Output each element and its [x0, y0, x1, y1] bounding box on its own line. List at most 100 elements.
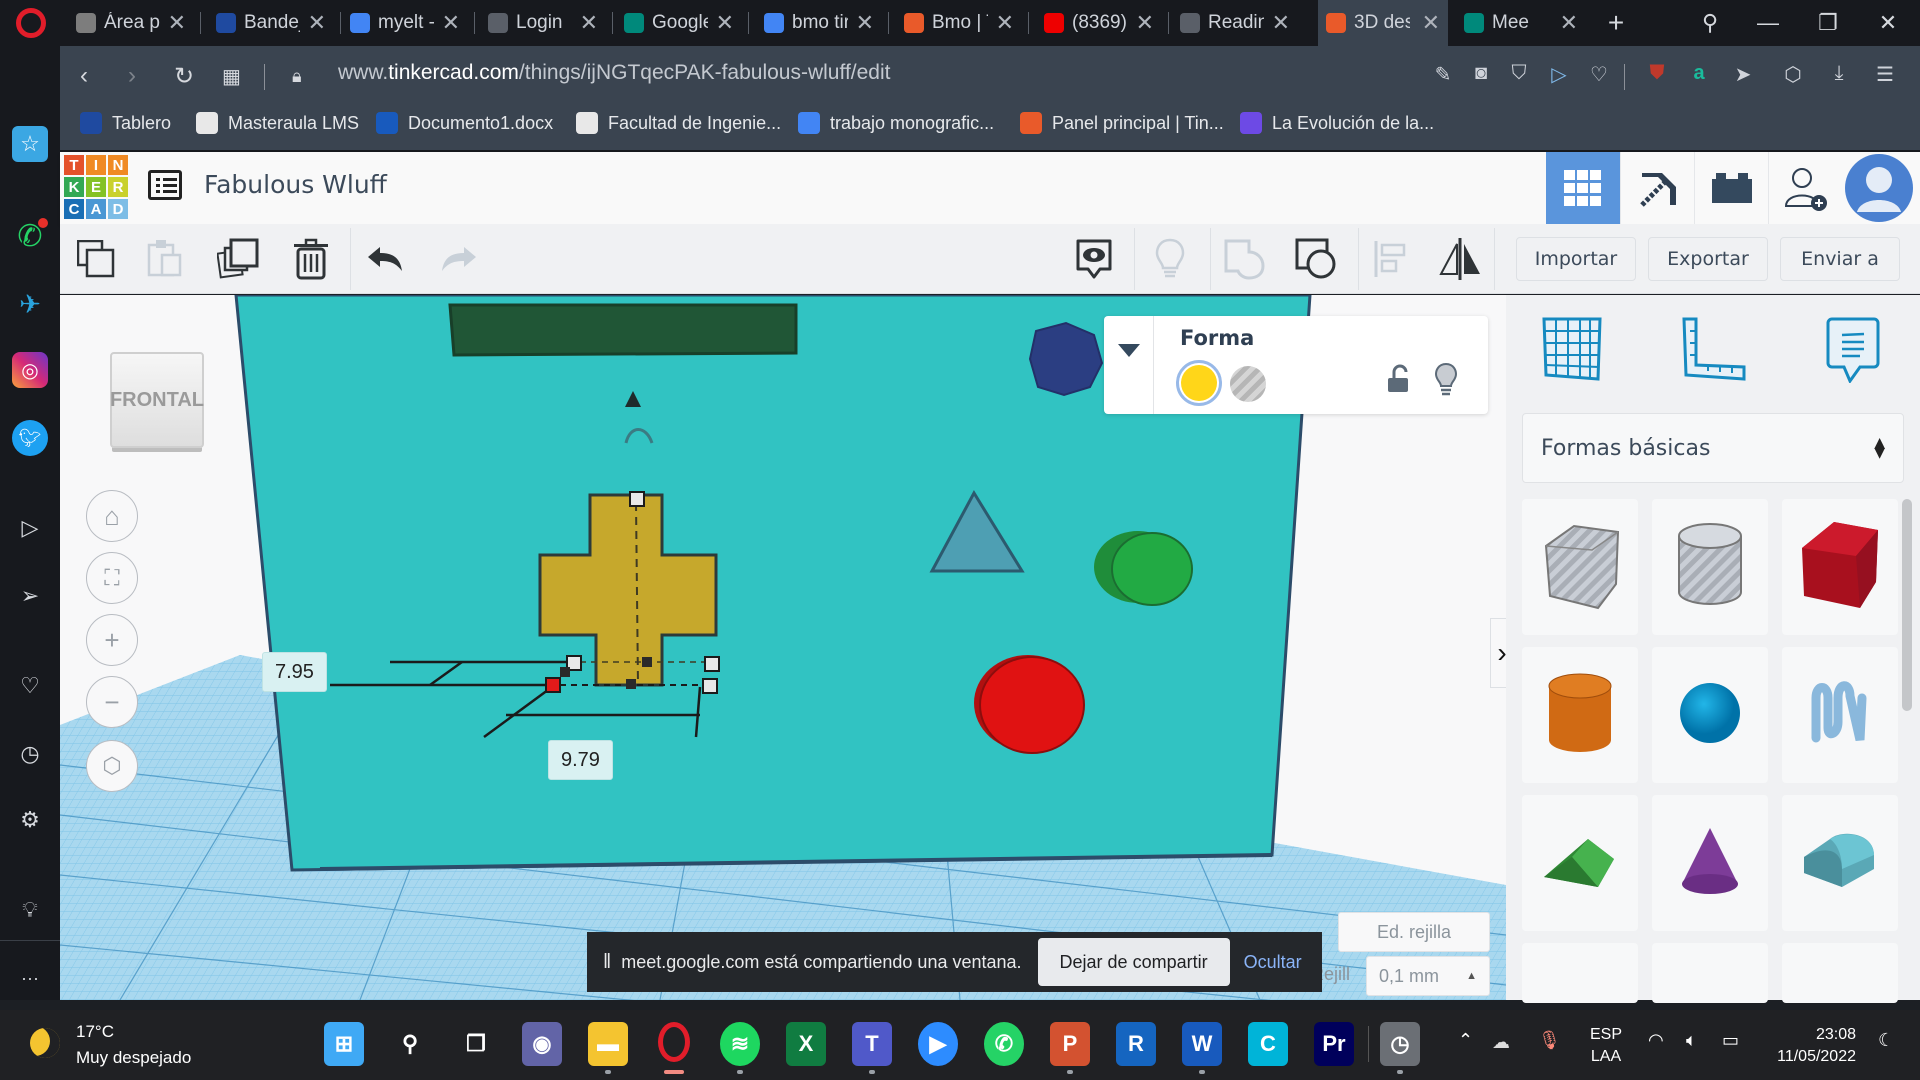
taskbar-word-icon[interactable]: W [1182, 1022, 1222, 1066]
close-tab-icon[interactable]: ✕ [442, 10, 460, 36]
tips-lightbulb-icon[interactable]: 💡︎ [12, 892, 48, 928]
taskbar-powerpoint-icon[interactable]: P [1050, 1022, 1090, 1066]
browser-tab[interactable]: Login ✕ [480, 0, 606, 46]
close-tab-icon[interactable]: ✕ [856, 10, 874, 36]
taskbar-file-explorer-icon[interactable]: ▬ [588, 1022, 628, 1066]
taskbar-zoom-icon[interactable]: ▶ [918, 1022, 958, 1066]
close-tab-icon[interactable]: ✕ [308, 10, 326, 36]
redo-button[interactable] [428, 230, 488, 288]
close-tab-icon[interactable]: ✕ [580, 10, 598, 36]
cursor-extension-icon[interactable]: ➤ [1730, 62, 1756, 88]
shape-card[interactable] [1782, 943, 1898, 1003]
wifi-icon[interactable]: ◠ [1648, 1030, 1664, 1051]
shape-library-select[interactable]: Formas básicas ▲ ▼ [1522, 413, 1904, 483]
bookmark-item[interactable]: Masteraula LMS [196, 112, 359, 134]
favorite-heart-icon[interactable]: ♡ [1586, 62, 1612, 88]
resize-handle-selected[interactable] [545, 677, 561, 693]
browser-tab[interactable]: Mee ✕ [1456, 0, 1586, 46]
user-avatar-button[interactable] [1842, 152, 1916, 224]
send-to-button[interactable]: Enviar a [1780, 237, 1900, 281]
screen-bar-shape[interactable] [448, 303, 798, 357]
bookmark-item[interactable]: trabajo monografic... [798, 112, 994, 134]
snapshot-edit-icon[interactable]: ✎ [1430, 62, 1456, 88]
delete-button[interactable] [282, 230, 342, 288]
browser-tab[interactable]: Readin ✕ [1172, 0, 1298, 46]
height-dimension-label[interactable]: 7.95 [262, 652, 327, 692]
notes-visibility-button[interactable] [1064, 230, 1124, 288]
navy-button-shape[interactable] [1028, 321, 1104, 397]
hole-button[interactable] [1230, 366, 1266, 402]
clock[interactable]: 23:08 11/05/2022 [1766, 1024, 1856, 1068]
close-tab-icon[interactable]: ✕ [1272, 10, 1290, 36]
resize-handle-corner[interactable] [560, 667, 570, 677]
shape-card[interactable] [1522, 499, 1638, 635]
tinkercad-logo[interactable]: TIN KER CAD [64, 155, 128, 219]
opera-menu-icon[interactable] [16, 8, 46, 38]
taskbar-whatsapp-icon[interactable]: ✆ [984, 1022, 1024, 1066]
settings-gear-icon[interactable]: ⚙ [12, 802, 48, 838]
battery-icon[interactable]: ▭ [1722, 1030, 1739, 1051]
hide-share-bar-button[interactable]: Ocultar [1244, 952, 1302, 973]
taskbar-spotify-icon[interactable]: ≋ [720, 1022, 760, 1066]
ungroup-button[interactable] [1286, 230, 1346, 288]
duplicate-button[interactable] [208, 230, 268, 288]
bookmark-item[interactable]: La Evolución de la... [1240, 112, 1434, 134]
close-tab-icon[interactable]: ✕ [1560, 10, 1578, 36]
browser-tab[interactable]: myelt - ✕ [342, 0, 468, 46]
player-icon[interactable]: ▷ [12, 510, 48, 546]
taskbar-premiere-icon[interactable]: Pr [1314, 1022, 1354, 1066]
fit-view-button[interactable]: ⛶ [86, 552, 138, 604]
more-options-icon[interactable]: ··· [12, 960, 48, 996]
microphone-icon[interactable]: 🎙︎ [1538, 1030, 1561, 1051]
weather-temperature[interactable]: 17°C [76, 1022, 114, 1042]
tracker-blocker-icon[interactable]: ⛉ [1506, 62, 1532, 88]
bricks-view-button[interactable] [1694, 152, 1768, 224]
close-tab-icon[interactable]: ✕ [1136, 10, 1154, 36]
history-icon[interactable]: ◷ [12, 736, 48, 772]
bookmark-item[interactable]: Tablero [80, 112, 171, 134]
ublock-extension-icon[interactable]: ⛊ [1644, 62, 1670, 88]
shape-card[interactable] [1652, 499, 1768, 635]
back-button[interactable]: ‹ [80, 62, 88, 90]
language-indicator[interactable]: ESP LAA [1590, 1024, 1622, 1068]
close-tab-icon[interactable]: ✕ [168, 10, 186, 36]
shape-card[interactable] [1522, 647, 1638, 783]
bookmarks-heart-icon[interactable]: ♡ [12, 668, 48, 704]
bookmark-item[interactable]: Panel principal | Tin... [1020, 112, 1224, 134]
forward-button[interactable]: › [128, 62, 136, 90]
minecraft-view-button[interactable] [1620, 152, 1694, 224]
browser-tab[interactable]: Bandej ✕ [208, 0, 334, 46]
flow-send-icon[interactable]: ▷ [1546, 62, 1572, 88]
instagram-icon[interactable]: ◎ [12, 352, 48, 388]
camera-icon[interactable]: ◙ [1468, 62, 1494, 88]
restore-button[interactable]: ❐ [1800, 0, 1856, 46]
perspective-toggle-button[interactable]: ⬡ [86, 740, 138, 792]
url-field[interactable]: www.tinkercad.com/things/ijNGTqecPAK-fab… [338, 61, 890, 85]
zoom-out-button[interactable]: − [86, 676, 138, 728]
close-tab-icon[interactable]: ✕ [996, 10, 1014, 36]
browser-tab[interactable]: Bmo | T ✕ [896, 0, 1022, 46]
speed-dial-icon[interactable]: ▦ [222, 64, 241, 89]
grammarly-extension-icon[interactable]: a [1686, 62, 1712, 88]
bookmark-item[interactable]: Documento1.docx [376, 112, 553, 134]
flow-icon[interactable]: ➢ [12, 578, 48, 614]
browser-tab[interactable]: Área p ✕ [68, 0, 194, 46]
workplane-tool[interactable] [1542, 317, 1604, 386]
shape-card[interactable] [1782, 499, 1898, 635]
3d-design-view-button[interactable] [1546, 152, 1620, 224]
resize-handle-center[interactable] [642, 657, 652, 667]
browser-tab[interactable]: (8369) ✕ [1036, 0, 1162, 46]
taskbar-opera-icon[interactable]: O [658, 1022, 690, 1062]
easy-setup-icon[interactable]: ☰ [1872, 62, 1898, 88]
mirror-button[interactable] [1430, 230, 1490, 288]
taskbar-teams-icon[interactable]: T [852, 1022, 892, 1066]
home-view-button[interactable]: ⌂ [86, 490, 138, 542]
edit-grid-button[interactable]: Ed. rejilla [1338, 912, 1490, 952]
shape-card[interactable] [1522, 795, 1638, 931]
close-tab-icon[interactable]: ✕ [716, 10, 734, 36]
taskbar-revit-icon[interactable]: R [1116, 1022, 1156, 1066]
collapse-inspector-button[interactable] [1104, 316, 1154, 414]
twitter-icon[interactable]: 🐦︎ [12, 420, 48, 456]
shape-card[interactable] [1652, 943, 1768, 1003]
import-button[interactable]: Importar [1516, 237, 1636, 281]
